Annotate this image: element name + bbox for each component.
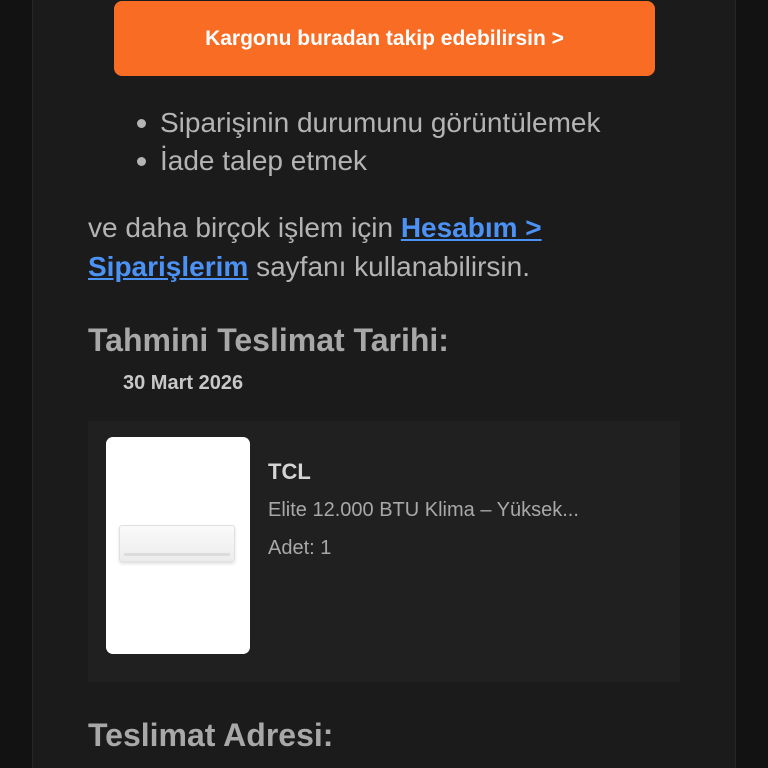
list-item: İade talep etmek <box>133 142 600 180</box>
estimated-delivery-heading: Tahmini Teslimat Tarihi: <box>88 322 449 358</box>
estimated-delivery-date: 30 Mart 2026 <box>123 372 244 394</box>
vent-line <box>124 553 230 556</box>
right-border <box>735 0 736 768</box>
track-shipment-button[interactable]: Kargonu buradan takip edebilirsin > <box>114 1 655 76</box>
text-prefix: ve daha birçok işlem için <box>88 212 401 243</box>
air-conditioner-icon <box>119 525 235 562</box>
product-card[interactable]: TCL Elite 12.000 BTU Klima – Yüksek... A… <box>88 421 680 682</box>
text-suffix: sayfanı kullanabilirsin. <box>248 251 531 282</box>
product-quantity: Adet: 1 <box>268 537 332 559</box>
benefit-list: Siparişinin durumunu görüntülemek İade t… <box>133 104 600 180</box>
list-item: Siparişinin durumunu görüntülemek <box>133 104 600 142</box>
email-viewer: Kargonu buradan takip edebilirsin > Sipa… <box>0 0 768 768</box>
account-info-text: ve daha birçok işlem için Hesabım > Sipa… <box>88 208 688 286</box>
email-body: Kargonu buradan takip edebilirsin > Sipa… <box>33 0 735 768</box>
product-brand: TCL <box>268 459 311 484</box>
product-name[interactable]: Elite 12.000 BTU Klima – Yüksek... <box>268 499 579 522</box>
delivery-address-heading: Teslimat Adresi: <box>88 717 334 753</box>
product-image[interactable] <box>106 437 250 654</box>
